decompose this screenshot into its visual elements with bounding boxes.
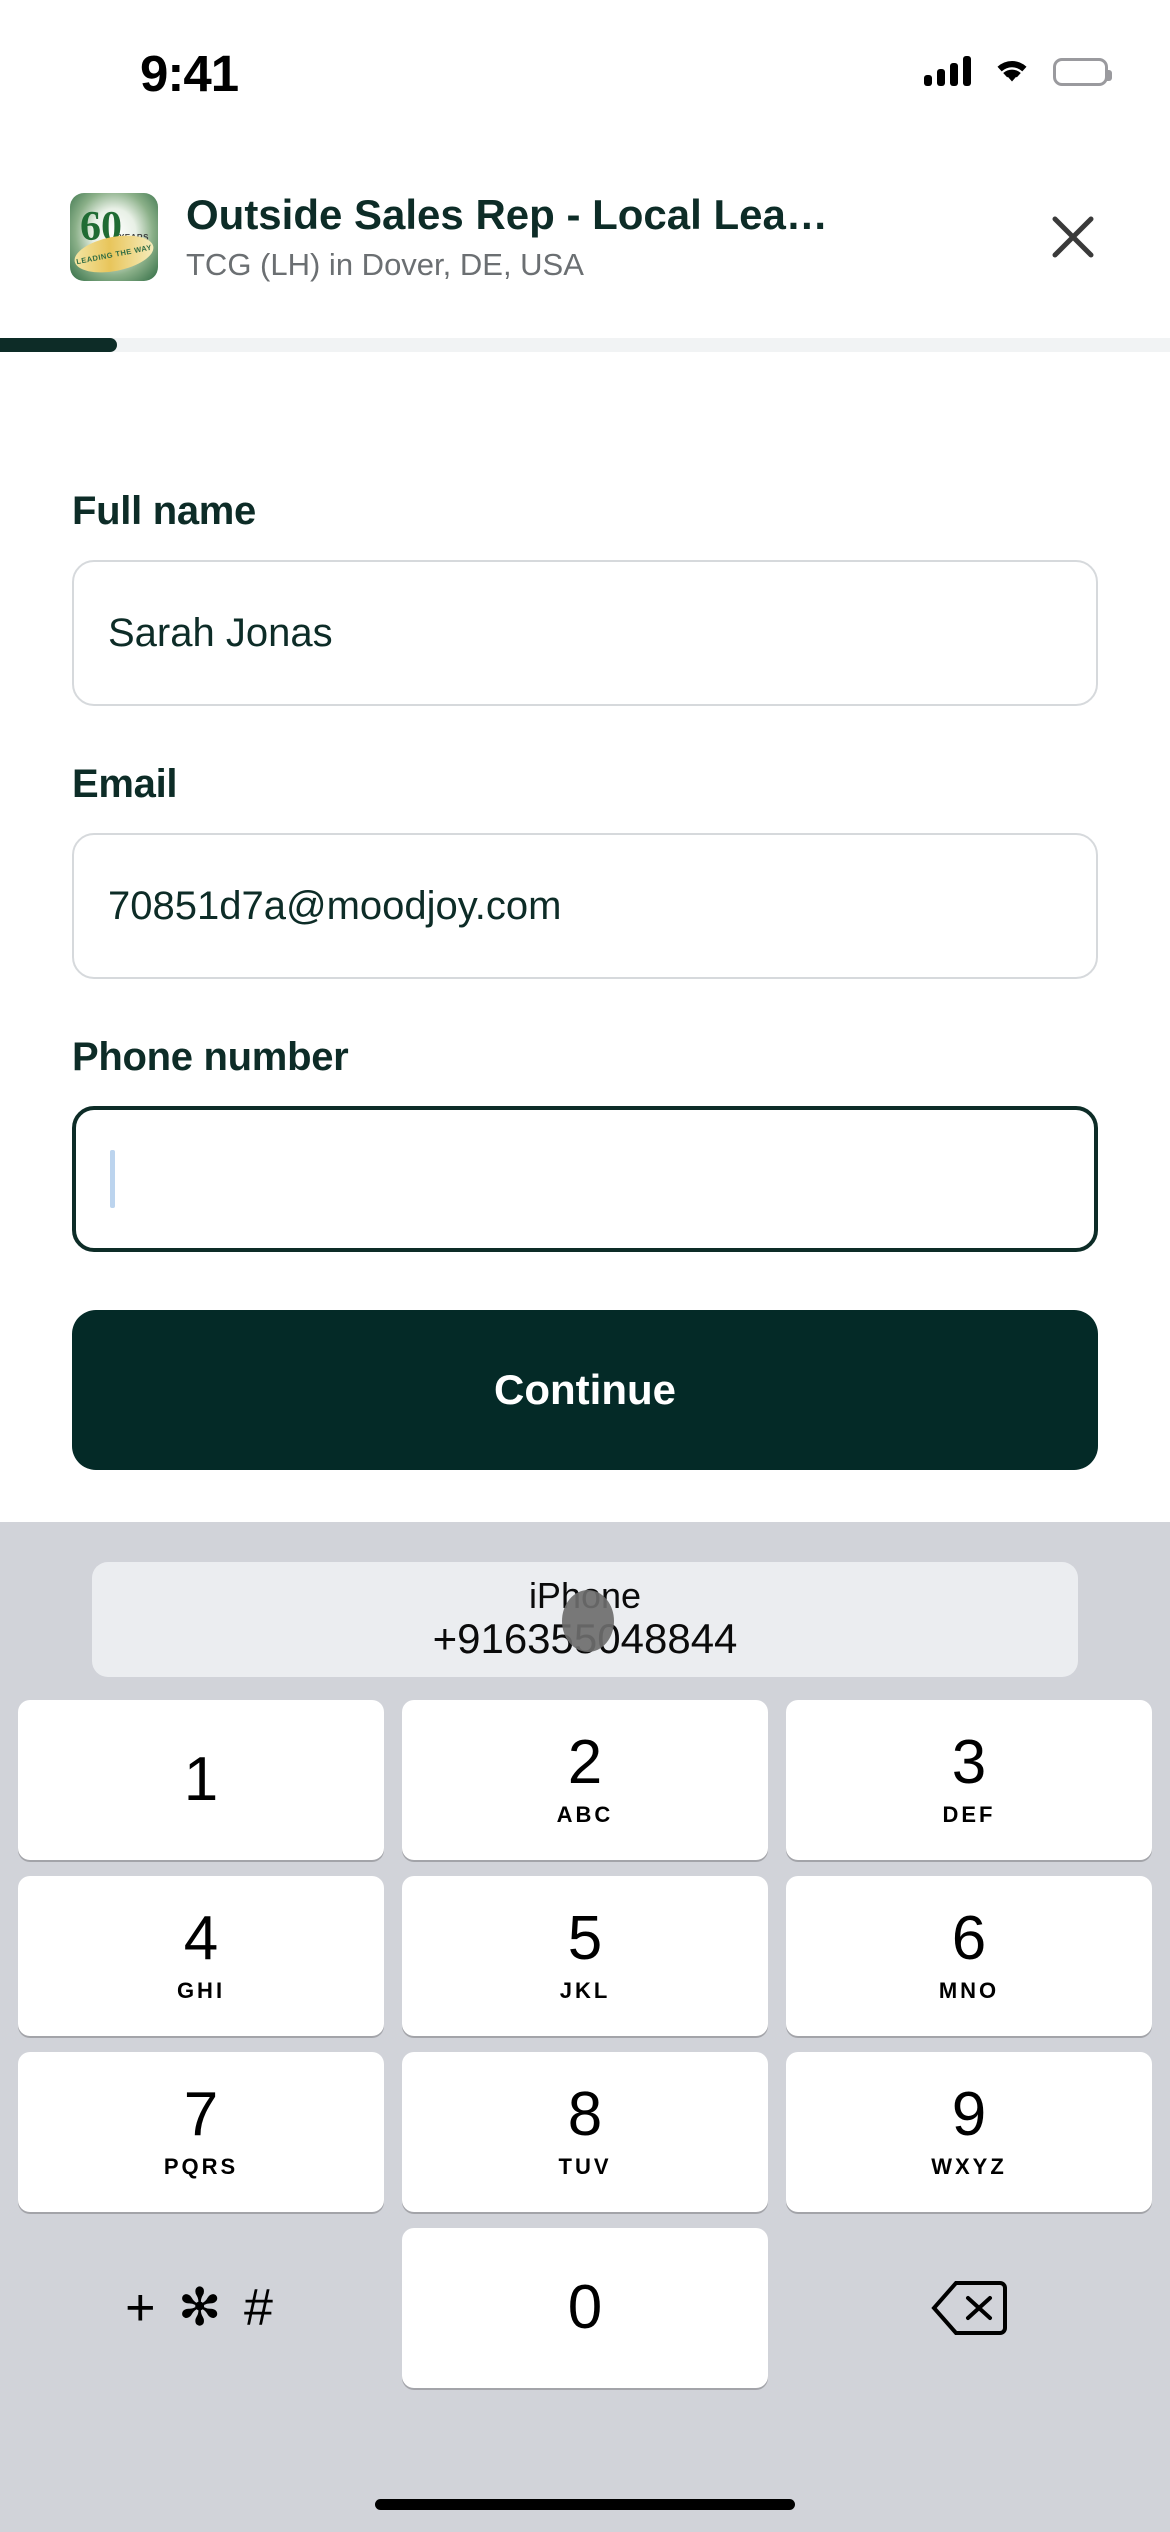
key-2[interactable]: 2 ABC: [402, 1700, 768, 1860]
key-letters: MNO: [938, 1978, 1000, 2003]
key-[interactable]: + ✻ #: [18, 2228, 384, 2388]
full-name-value: Sarah Jonas: [108, 610, 333, 655]
status-bar: 9:41: [0, 0, 1170, 130]
key-digit: 7: [183, 2080, 219, 2149]
key-digit: + ✻ #: [125, 2279, 277, 2337]
field-email: Email 70851d7a@moodjoy.com: [72, 762, 1098, 979]
key-digit: 9: [951, 2080, 987, 2149]
home-indicator: [375, 2499, 795, 2510]
keypad-row: 1 2 ABC 3 DEF: [18, 1700, 1152, 1860]
key-8[interactable]: 8 TUV: [402, 2052, 768, 2212]
key-digit: 6: [951, 1904, 987, 1973]
field-full-name: Full name Sarah Jonas: [72, 489, 1098, 706]
full-name-label: Full name: [72, 489, 256, 533]
keypad-row: + ✻ # 0: [18, 2228, 1152, 2388]
key-digit: 5: [567, 1904, 603, 1973]
key-9[interactable]: 9 WXYZ: [786, 2052, 1152, 2212]
keypad: 1 2 ABC 3 DEF 4 GHI 5 JKL 6 MNO 7 PQRS 8 TUV 9 WXYZ + ✻ #…: [18, 1700, 1152, 2404]
key-letters: TUV: [558, 2154, 612, 2179]
phone-number-label: Phone number: [72, 1035, 349, 1079]
backspace-icon: [931, 2281, 1007, 2335]
numeric-keyboard: iPhone +916355048844 12ABC3DEF4GHI5JKL6M…: [0, 1522, 1170, 2532]
key-0[interactable]: 0: [402, 2228, 768, 2388]
keypad-row: 7 PQRS 8 TUV 9 WXYZ: [18, 2052, 1152, 2212]
key-1[interactable]: 1: [18, 1700, 384, 1860]
key-letters: ABC: [556, 1802, 614, 1827]
progress-fill: [0, 338, 117, 352]
text-caret: [110, 1150, 115, 1208]
wifi-icon: [993, 56, 1031, 86]
touch-point-indicator: [562, 1590, 614, 1652]
key-3[interactable]: 3 DEF: [786, 1700, 1152, 1860]
close-button[interactable]: [1038, 202, 1108, 272]
job-company-location: TCG (LH) in Dover, DE, USA: [186, 246, 584, 282]
email-input[interactable]: 70851d7a@moodjoy.com: [72, 833, 1098, 979]
key-digit: 1: [183, 1745, 219, 1814]
company-logo: 60 YEARS LEADING THE WAY: [70, 193, 158, 281]
status-bar-indicators: [924, 56, 1112, 86]
key-digit: 2: [567, 1728, 603, 1797]
close-icon: [1052, 216, 1094, 258]
key-digit: 8: [567, 2080, 603, 2149]
phone-screen: 9:41 60 YEARS LEADING THE WAY Outside Sa…: [0, 0, 1170, 2532]
key-5[interactable]: 5 JKL: [402, 1876, 768, 2036]
key-letters: DEF: [942, 1802, 996, 1827]
continue-button[interactable]: Continue: [72, 1310, 1098, 1470]
key-7[interactable]: 7 PQRS: [18, 2052, 384, 2212]
phone-number-input[interactable]: [72, 1106, 1098, 1252]
signal-bars-icon: [924, 56, 971, 86]
job-header: 60 YEARS LEADING THE WAY Outside Sales R…: [0, 172, 1170, 302]
key-letters: WXYZ: [931, 2154, 1007, 2179]
email-value: 70851d7a@moodjoy.com: [108, 883, 562, 928]
battery-full-icon: [1053, 58, 1112, 86]
key-6[interactable]: 6 MNO: [786, 1876, 1152, 2036]
key-letters: JKL: [559, 1978, 611, 2003]
application-form: Full name Sarah Jonas Email 70851d7a@moo…: [0, 352, 1170, 1470]
key-digit: 0: [567, 2273, 603, 2342]
key-letters: GHI: [176, 1978, 226, 2003]
key-4[interactable]: 4 GHI: [18, 1876, 384, 2036]
job-title: Outside Sales Rep - Local Lea…: [186, 191, 828, 239]
job-header-text: Outside Sales Rep - Local Lea… TCG (LH) …: [186, 191, 1022, 282]
status-bar-time: 9:41: [140, 45, 239, 102]
keypad-row: 4 GHI 5 JKL 6 MNO: [18, 1876, 1152, 2036]
key-digit: 4: [183, 1904, 219, 1973]
full-name-input[interactable]: Sarah Jonas: [72, 560, 1098, 706]
application-progress-bar: [0, 338, 1170, 352]
field-phone-number: Phone number: [72, 1035, 1098, 1252]
email-label: Email: [72, 762, 178, 806]
key-backspace[interactable]: [786, 2228, 1152, 2388]
key-letters: PQRS: [163, 2154, 239, 2179]
key-digit: 3: [951, 1728, 987, 1797]
